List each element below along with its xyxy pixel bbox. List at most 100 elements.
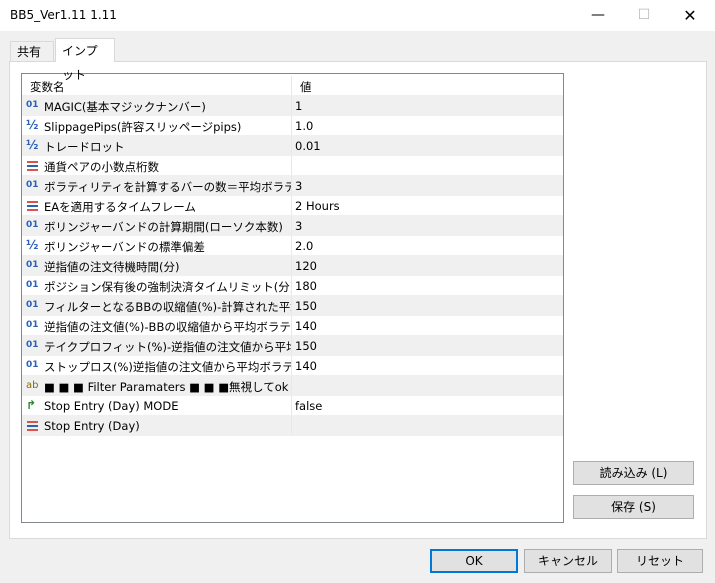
parameter-value-cell[interactable]: 150 bbox=[292, 336, 562, 355]
parameter-name-cell[interactable]: EAを適用するタイムフレーム bbox=[22, 196, 292, 215]
table-row[interactable]: 01 ポジション保有後の強制決済タイムリミット(分) 180 bbox=[22, 276, 563, 296]
parameter-name-cell[interactable]: 01 ポジション保有後の強制決済タイムリミット(分) bbox=[22, 276, 292, 295]
int-icon: 01 bbox=[26, 220, 39, 230]
parameter-value-cell[interactable]: 2 Hours bbox=[292, 196, 562, 215]
parameter-name-cell[interactable]: 01 逆指値の注文待機時間(分) bbox=[22, 256, 292, 275]
cancel-button[interactable]: キャンセル bbox=[524, 549, 612, 573]
parameter-value-cell[interactable] bbox=[292, 156, 562, 175]
table-row[interactable]: 01 ボラティリティを計算するバーの数＝平均ボラティリティ3 bbox=[22, 176, 563, 196]
tab-common-label: 共有 bbox=[17, 45, 42, 59]
ok-button[interactable]: OK bbox=[430, 549, 518, 573]
parameter-value: 140 bbox=[295, 359, 317, 373]
parameter-name-cell[interactable]: ab ■ ■ ■ Filter Paramaters ■ ■ ■無視してok bbox=[22, 376, 292, 395]
parameter-name: トレードロット bbox=[44, 140, 125, 154]
parameter-name: 逆指値の注文待機時間(分) bbox=[44, 260, 180, 274]
parameter-name-cell[interactable]: Stop Entry (Day) bbox=[22, 416, 292, 435]
parameter-grid[interactable]: 変数名 値 01 MAGIC(基本マジックナンバー) 1 ½ SlippagePips(… bbox=[21, 73, 564, 523]
table-row[interactable]: 01 逆指値の注文待機時間(分) 120 bbox=[22, 256, 563, 276]
parameter-name: ボラティリティを計算するバーの数＝平均ボラティリティ bbox=[44, 180, 292, 194]
parameter-value: 0.01 bbox=[295, 139, 321, 153]
close-icon: ✕ bbox=[683, 6, 697, 25]
parameter-value: 3 bbox=[295, 219, 303, 233]
parameter-value-cell[interactable]: 1 bbox=[292, 96, 562, 115]
parameter-value: 140 bbox=[295, 319, 317, 333]
parameter-value-cell[interactable]: 180 bbox=[292, 276, 562, 295]
tab-common[interactable]: 共有 bbox=[10, 41, 54, 61]
int-icon: 01 bbox=[26, 260, 39, 270]
parameter-value: 1.0 bbox=[295, 119, 314, 133]
int-icon: 01 bbox=[26, 360, 39, 370]
table-row[interactable]: Stop Entry (Day) bbox=[22, 416, 563, 436]
int-icon: 01 bbox=[26, 340, 39, 350]
table-row[interactable]: EAを適用するタイムフレーム 2 Hours bbox=[22, 196, 563, 216]
double-icon: ½ bbox=[26, 118, 39, 132]
table-row[interactable]: 01 ボリンジャーバンドの計算期間(ローソク本数) 3 bbox=[22, 216, 563, 236]
header-name: 変数名 bbox=[30, 80, 65, 94]
table-row[interactable]: ½ ボリンジャーバンドの標準偏差 2.0 bbox=[22, 236, 563, 256]
table-row[interactable]: 01 ストップロス(%)逆指値の注文値から平均ボラティ... 140 bbox=[22, 356, 563, 376]
enum-icon bbox=[26, 199, 40, 212]
parameter-name-cell[interactable]: ½ トレードロット bbox=[22, 136, 292, 155]
parameter-name: フィルターとなるBBの収縮値(%)-計算された平均... bbox=[44, 300, 292, 314]
string-icon: ab bbox=[26, 380, 39, 391]
parameter-name-cell[interactable]: ↱ Stop Entry (Day) MODE bbox=[22, 396, 292, 415]
parameter-name: ■ ■ ■ Filter Paramaters ■ ■ ■無視してok bbox=[44, 380, 289, 394]
table-row[interactable]: ½ トレードロット 0.01 bbox=[22, 136, 563, 156]
parameter-value-cell[interactable]: 3 bbox=[292, 216, 562, 235]
parameter-name-cell[interactable]: ½ SlippagePips(許容スリッページpips) bbox=[22, 116, 292, 135]
enum-icon bbox=[26, 159, 40, 172]
table-row[interactable]: 01 フィルターとなるBBの収縮値(%)-計算された平均... 150 bbox=[22, 296, 563, 316]
parameter-name: MAGIC(基本マジックナンバー) bbox=[44, 100, 206, 114]
table-row[interactable]: 01 MAGIC(基本マジックナンバー) 1 bbox=[22, 96, 563, 116]
parameter-name: ストップロス(%)逆指値の注文値から平均ボラティ... bbox=[44, 360, 292, 374]
minimize-button[interactable]: — bbox=[575, 0, 621, 31]
parameter-value-cell[interactable]: 1.0 bbox=[292, 116, 562, 135]
parameter-value-cell[interactable]: false bbox=[292, 396, 562, 415]
header-value-cell[interactable]: 値 bbox=[292, 76, 562, 95]
tab-inputs[interactable]: インプット bbox=[55, 38, 115, 82]
parameter-value-cell[interactable]: 3 bbox=[292, 176, 562, 195]
parameter-value-cell[interactable]: 2.0 bbox=[292, 236, 562, 255]
table-row[interactable]: 通貨ペアの小数点桁数 bbox=[22, 156, 563, 176]
parameter-name: 通貨ペアの小数点桁数 bbox=[44, 160, 159, 174]
table-row[interactable]: ↱ Stop Entry (Day) MODE false bbox=[22, 396, 563, 416]
parameter-name-cell[interactable]: 01 MAGIC(基本マジックナンバー) bbox=[22, 96, 292, 115]
load-button[interactable]: 読み込み (L) bbox=[573, 461, 694, 485]
table-row[interactable]: ab ■ ■ ■ Filter Paramaters ■ ■ ■無視してok bbox=[22, 376, 563, 396]
maximize-button[interactable]: ☐ bbox=[621, 0, 667, 31]
table-row[interactable]: ½ SlippagePips(許容スリッページpips) 1.0 bbox=[22, 116, 563, 136]
parameter-value: 180 bbox=[295, 279, 317, 293]
parameter-name-cell[interactable]: ½ ボリンジャーバンドの標準偏差 bbox=[22, 236, 292, 255]
table-row[interactable]: 01 逆指値の注文値(%)-BBの収縮値から平均ボラテ... 140 bbox=[22, 316, 563, 336]
reset-button[interactable]: リセット bbox=[617, 549, 703, 573]
parameter-name: 逆指値の注文値(%)-BBの収縮値から平均ボラテ... bbox=[44, 320, 292, 334]
parameter-value-cell[interactable]: 140 bbox=[292, 356, 562, 375]
int-icon: 01 bbox=[26, 100, 39, 110]
parameter-value-cell[interactable] bbox=[292, 376, 562, 395]
parameter-name-cell[interactable]: 01 ボラティリティを計算するバーの数＝平均ボラティリティ bbox=[22, 176, 292, 195]
parameter-name: EAを適用するタイムフレーム bbox=[44, 200, 196, 214]
parameter-name-cell[interactable]: 01 ボリンジャーバンドの計算期間(ローソク本数) bbox=[22, 216, 292, 235]
minimize-icon: — bbox=[591, 7, 605, 23]
parameter-value: 120 bbox=[295, 259, 317, 273]
parameter-name-cell[interactable]: 通貨ペアの小数点桁数 bbox=[22, 156, 292, 175]
table-row[interactable]: 01 テイクプロフィット(%)-逆指値の注文値から平均ボ... 150 bbox=[22, 336, 563, 356]
parameter-name: SlippagePips(許容スリッページpips) bbox=[44, 120, 242, 134]
parameter-name-cell[interactable]: 01 テイクプロフィット(%)-逆指値の注文値から平均ボ... bbox=[22, 336, 292, 355]
close-button[interactable]: ✕ bbox=[667, 0, 713, 31]
parameter-value: 150 bbox=[295, 339, 317, 353]
save-button[interactable]: 保存 (S) bbox=[573, 495, 694, 519]
parameter-value: false bbox=[295, 399, 323, 413]
parameter-value-cell[interactable] bbox=[292, 416, 562, 435]
int-icon: 01 bbox=[26, 280, 39, 290]
parameter-name-cell[interactable]: 01 逆指値の注文値(%)-BBの収縮値から平均ボラテ... bbox=[22, 316, 292, 335]
parameter-value-cell[interactable]: 150 bbox=[292, 296, 562, 315]
parameter-name: ポジション保有後の強制決済タイムリミット(分) bbox=[44, 280, 292, 294]
int-icon: 01 bbox=[26, 300, 39, 310]
parameter-value-cell[interactable]: 140 bbox=[292, 316, 562, 335]
grid-header: 変数名 値 bbox=[22, 76, 563, 96]
parameter-name-cell[interactable]: 01 ストップロス(%)逆指値の注文値から平均ボラティ... bbox=[22, 356, 292, 375]
parameter-value-cell[interactable]: 0.01 bbox=[292, 136, 562, 155]
parameter-name-cell[interactable]: 01 フィルターとなるBBの収縮値(%)-計算された平均... bbox=[22, 296, 292, 315]
parameter-value-cell[interactable]: 120 bbox=[292, 256, 562, 275]
